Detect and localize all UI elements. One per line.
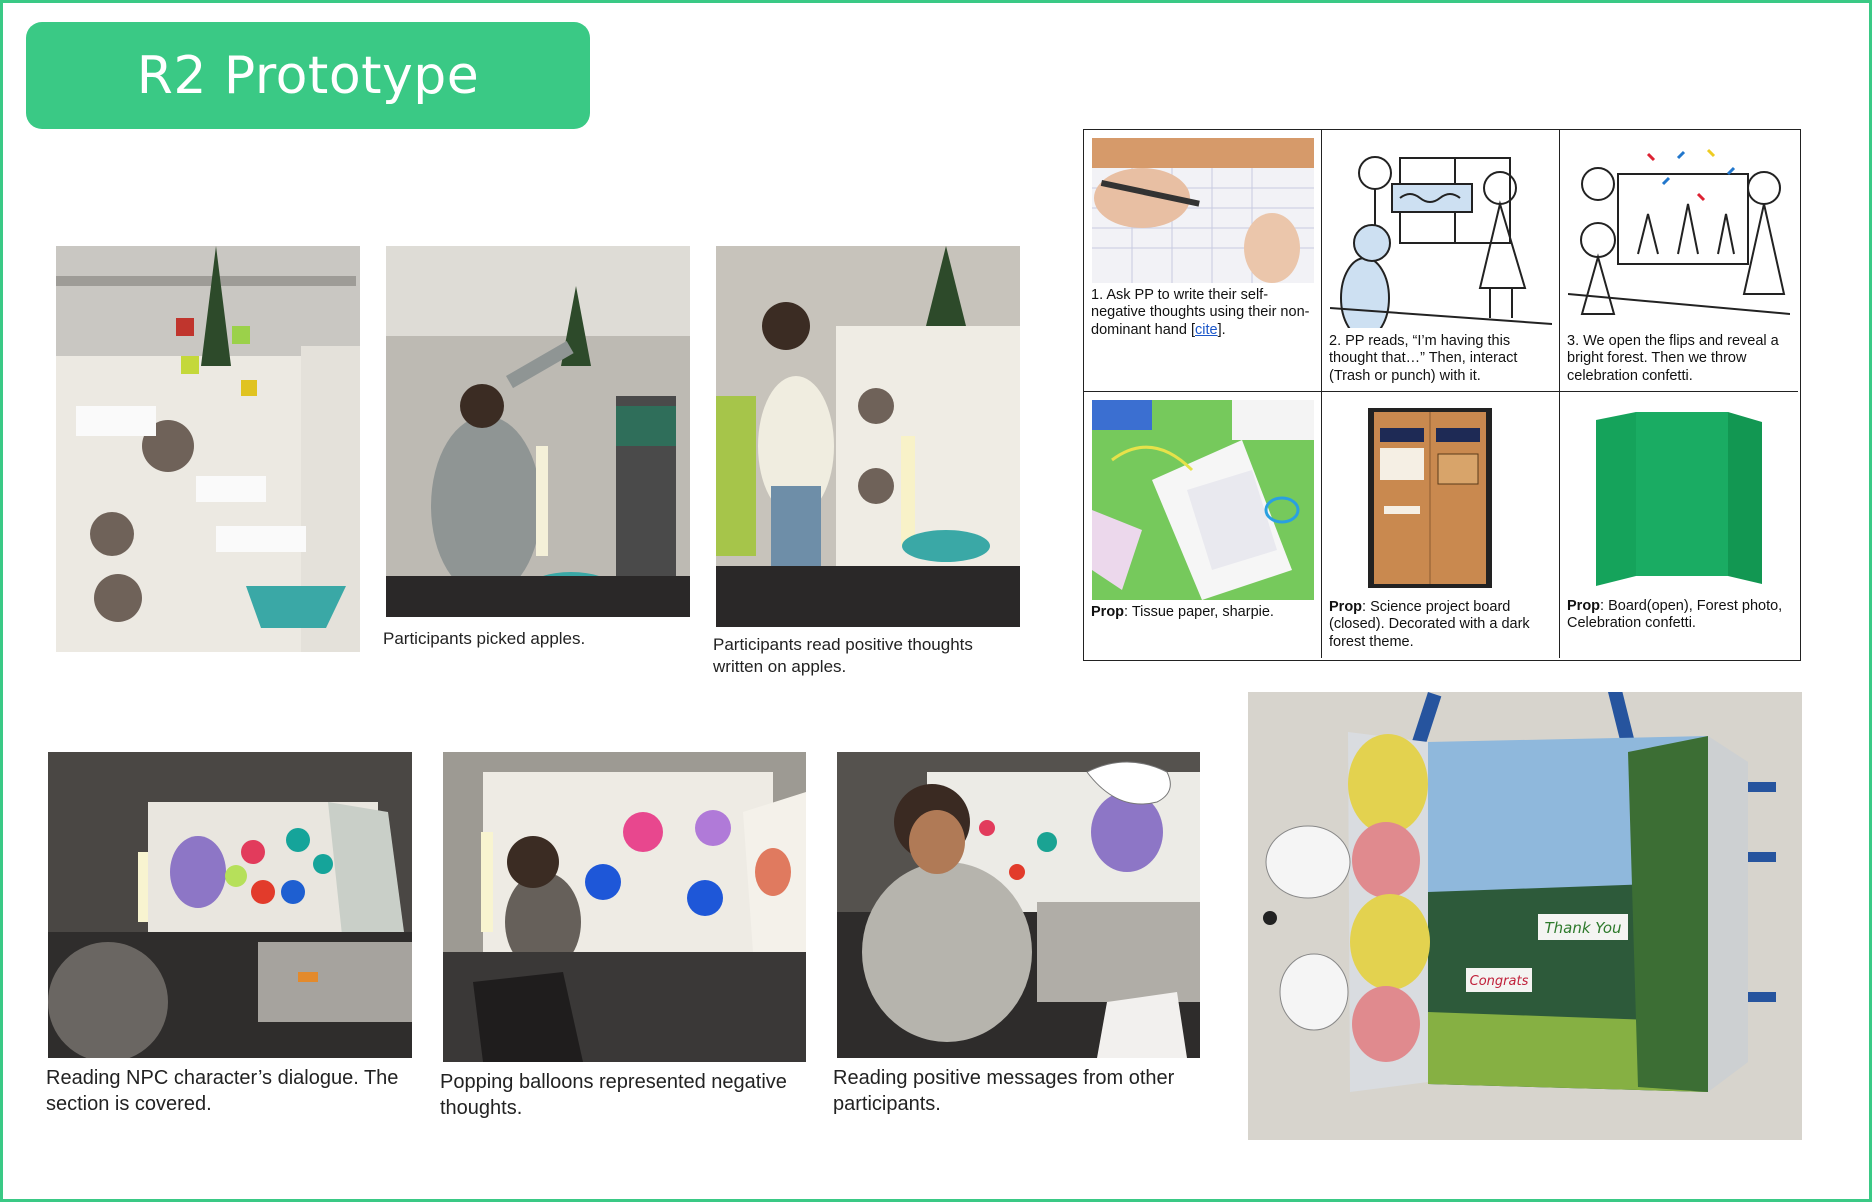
congrats-sign: Congrats bbox=[1470, 974, 1529, 989]
storyboard-cell-6: Prop: Board(open), Forest photo, Celebra… bbox=[1560, 392, 1798, 658]
storyboard-cell-1: 1. Ask PP to write their self-negative t… bbox=[1084, 130, 1322, 392]
photo-green-board bbox=[1588, 408, 1768, 588]
photo-booth-overview bbox=[56, 246, 360, 652]
photo-popping-balloons bbox=[443, 752, 806, 1062]
cite-link[interactable]: cite bbox=[1195, 322, 1218, 338]
page-title: R2 Prototype bbox=[26, 22, 590, 129]
photo-positive-messages bbox=[837, 752, 1200, 1058]
storyboard-cell-3: 3. We open the flips and reveal a bright… bbox=[1560, 130, 1798, 392]
photo-display-board-box bbox=[1368, 408, 1492, 588]
sketch-reading-thought bbox=[1330, 148, 1552, 328]
caption-npc-dialogue: Reading NPC character’s dialogue. The se… bbox=[46, 1067, 399, 1115]
photo-forest-board: Thank You Congrats bbox=[1248, 692, 1802, 1140]
photo-picking-apples bbox=[386, 246, 690, 617]
caption-reading-apples: Participants read positive thoughts writ… bbox=[713, 635, 973, 677]
photo-npc-dialogue bbox=[48, 752, 412, 1058]
caption-popping-balloons: Popping balloons represented negative th… bbox=[440, 1071, 787, 1119]
caption-picking-apples: Participants picked apples. bbox=[383, 629, 586, 648]
sketch-forest-reveal bbox=[1568, 144, 1790, 328]
storyboard-cell-4: Prop: Tissue paper, sharpie. bbox=[1084, 392, 1322, 658]
photo-tissue-paper bbox=[1092, 400, 1314, 600]
storyboard-cell-5: Prop: Science project board (closed). De… bbox=[1322, 392, 1560, 658]
storyboard-table: 1. Ask PP to write their self-negative t… bbox=[1083, 129, 1801, 661]
photo-writing-hand bbox=[1092, 138, 1314, 283]
photo-reading-apples bbox=[716, 246, 1020, 627]
caption-positive-messages: Reading positive messages from other par… bbox=[833, 1067, 1175, 1115]
thank-you-sign: Thank You bbox=[1544, 919, 1621, 937]
storyboard-cell-2: 2. PP reads, “I’m having this thought th… bbox=[1322, 130, 1560, 392]
